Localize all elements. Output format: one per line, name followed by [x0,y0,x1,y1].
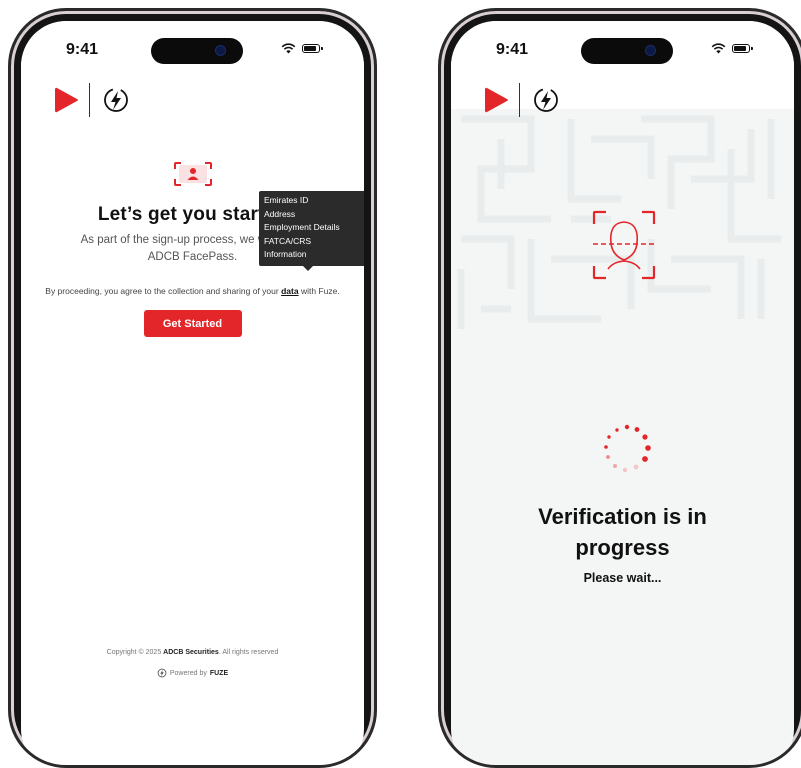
logo-divider [519,83,520,117]
data-tooltip: Emirates ID Address Employment Details F… [259,191,364,271]
id-card-icon [173,162,212,186]
status-time: 9:41 [496,41,529,58]
consent-text: By proceeding, you agree to the collecti… [21,286,364,296]
powered-by: Powered by FUZE [21,668,364,678]
tooltip-item: Emirates ID [264,195,309,205]
battery-icon [732,44,753,53]
copyright-prefix: Copyright © 2025 [106,649,162,656]
verification-title-line-2: progress [575,535,670,560]
verification-title: Verification is in progress [451,501,794,563]
get-started-button[interactable]: Get Started [143,310,242,337]
consent-suffix: with Fuze. [300,286,340,296]
fuze-bolt-logo [534,88,558,112]
fuze-bolt-icon [157,668,167,678]
battery-icon [302,44,323,53]
fuze-bolt-logo [104,88,128,112]
loading-spinner-icon [604,424,651,473]
data-link[interactable]: data [281,286,298,296]
face-scan-icon [592,210,656,280]
camera-icon [646,46,655,55]
brand-logos [483,83,560,117]
consent-prefix: By proceeding, you agree to the collecti… [45,286,279,296]
tooltip-item: Employment Details [264,222,340,232]
phone-frame-verification: 9:41 Verification is in progress Please … [438,8,801,768]
adcb-play-logo [485,87,508,113]
copyright-suffix: . All rights reserved [218,649,279,656]
copyright-text: Copyright © 2025 ADCB Securities. All ri… [21,649,364,656]
wifi-icon [711,43,726,54]
verification-title-line-1: Verification is in [538,504,707,529]
tooltip-item: Address [264,208,296,219]
status-time: 9:41 [66,41,99,58]
tooltip-item: FATCA/CRS [264,235,312,246]
verification-subtitle: Please wait... [583,571,662,585]
dynamic-island [581,38,673,64]
powered-brand: FUZE [209,669,229,677]
phone-frame-onboarding: 9:41 Let’s get you started As part of th… [8,8,377,768]
logo-divider [89,83,90,117]
wifi-icon [281,43,296,54]
powered-prefix: Powered by [169,669,207,677]
dynamic-island [151,38,243,64]
tooltip-arrow [303,265,313,271]
brand-logos [53,83,130,117]
status-icons [711,43,753,54]
camera-icon [216,46,225,55]
verification-screen: 9:41 Verification is in progress Please … [451,21,794,765]
copyright-brand: ADCB Securities [163,649,219,656]
onboarding-screen: 9:41 Let’s get you started As part of th… [21,21,364,765]
tooltip-item: Information [264,249,307,259]
status-icons [281,43,323,54]
adcb-play-logo [55,87,78,113]
